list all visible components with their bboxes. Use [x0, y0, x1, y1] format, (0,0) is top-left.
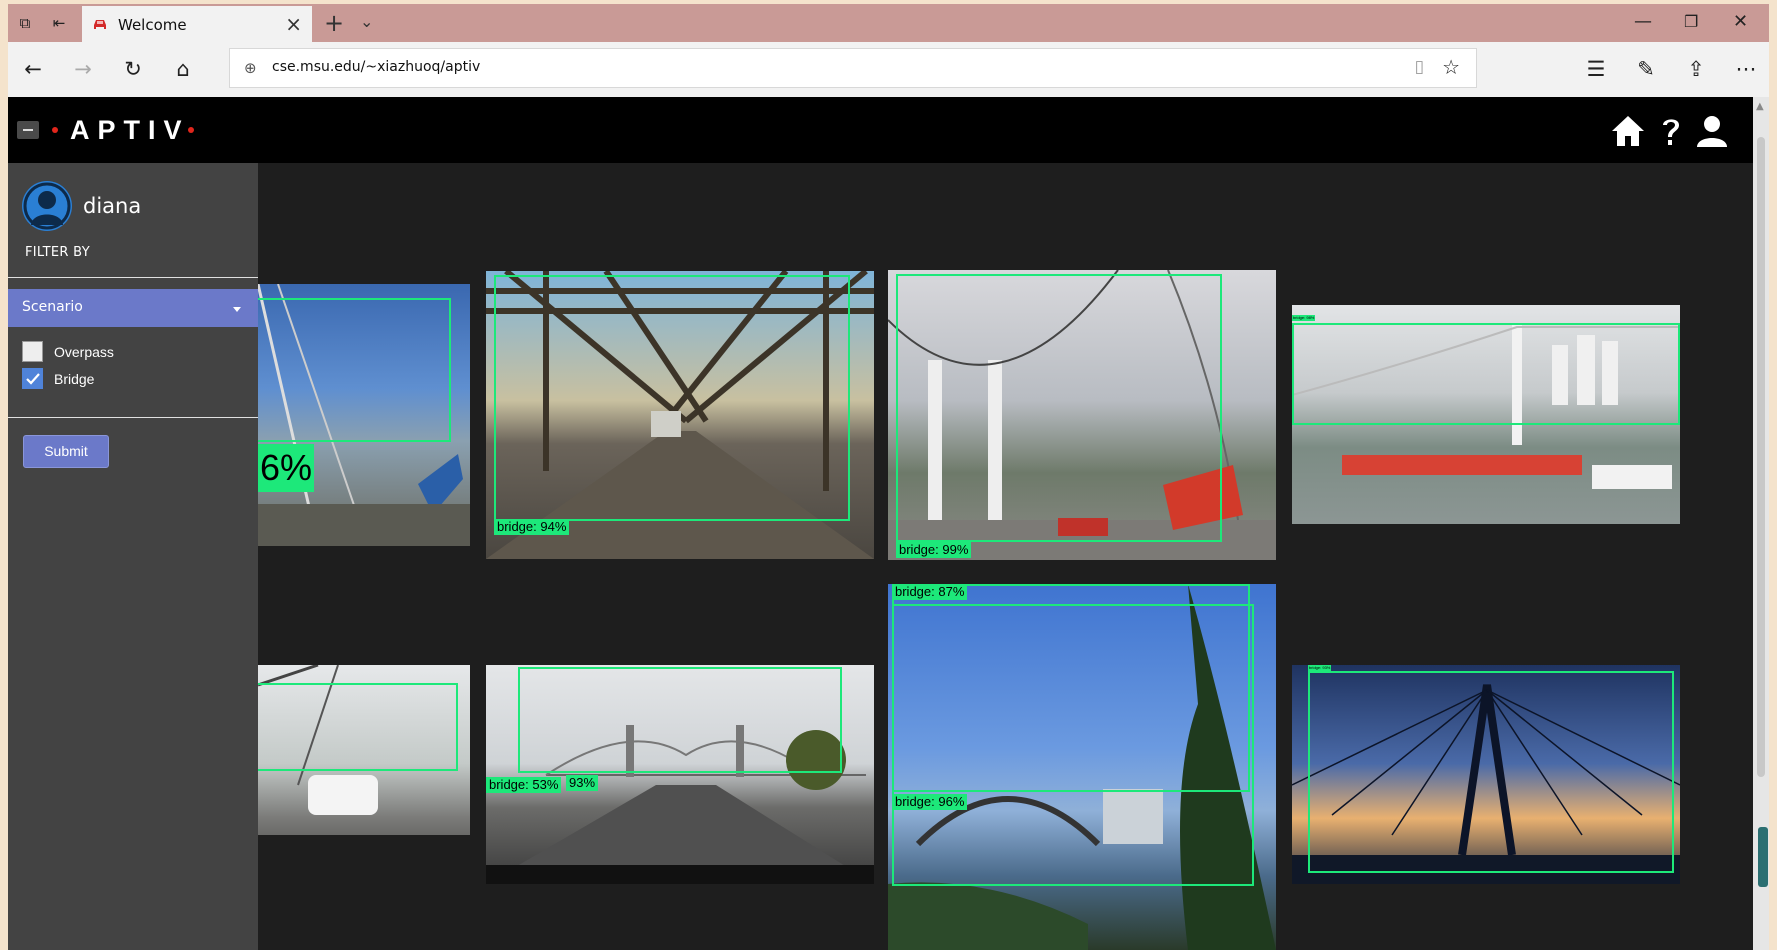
set-tabs-aside-icon[interactable]: ⇤	[50, 14, 68, 32]
logo-dot	[187, 127, 194, 133]
web-note-icon[interactable]: ✎	[1633, 56, 1659, 82]
refresh-icon[interactable]: ↻	[120, 56, 146, 82]
close-window-icon[interactable]: ✕	[1733, 10, 1748, 34]
option-label: Overpass	[54, 344, 114, 360]
detection-label: bridge: 87%	[892, 584, 968, 600]
new-tab-icon[interactable]: +	[324, 10, 344, 36]
chevron-down-icon[interactable]: ⌄	[360, 12, 373, 31]
title-bar: ⧉ ⇤ Welcome × + ⌄ — ❐ ✕	[8, 4, 1769, 42]
favorites-list-icon[interactable]: ☰	[1583, 56, 1609, 82]
detection-label: bridge: 94%	[494, 519, 570, 535]
scroll-up-icon[interactable]: ▲	[1756, 101, 1764, 112]
filter-by-label: FILTER BY	[25, 245, 90, 260]
detection-box	[258, 683, 458, 771]
restore-icon[interactable]: ❐	[1684, 10, 1698, 34]
detection-label: bridge: 53%	[486, 777, 562, 793]
scenario-dropdown[interactable]: Scenario	[8, 289, 258, 327]
detection-box	[494, 275, 850, 521]
detection-label: 6%	[258, 444, 315, 492]
username: diana	[83, 194, 142, 218]
submit-button[interactable]: Submit	[23, 435, 109, 468]
detection-label: bridge: 93%	[1308, 665, 1332, 671]
favorite-star-icon[interactable]: ☆	[1442, 55, 1460, 79]
scrollbar-thumb[interactable]	[1757, 137, 1765, 777]
tab-welcome[interactable]: Welcome ×	[82, 5, 312, 42]
share-icon[interactable]: ⇪	[1683, 56, 1709, 82]
minimize-icon[interactable]: —	[1634, 10, 1652, 34]
nav-bar: ← → ↻ ⌂ ⊕ cse.msu.edu/~xiazhuoq/aptiv ▯ …	[8, 42, 1769, 97]
scenario-label: Scenario	[22, 299, 83, 315]
detection-label: 93%	[566, 775, 599, 791]
result-image[interactable]	[258, 665, 470, 884]
page-scrollbar[interactable]: ▲	[1753, 97, 1769, 950]
help-icon[interactable]	[1653, 113, 1689, 149]
menu-toggle-icon[interactable]	[17, 121, 39, 139]
address-bar[interactable]: ⊕ cse.msu.edu/~xiazhuoq/aptiv ▯ ☆	[229, 48, 1477, 88]
option-bridge[interactable]: Bridge	[22, 368, 222, 390]
back-icon[interactable]: ←	[20, 56, 46, 82]
tab-title: Welcome	[118, 16, 187, 34]
option-label: Bridge	[54, 371, 95, 387]
user-profile-icon[interactable]	[1694, 113, 1730, 149]
detection-label: bridge: 96%	[892, 794, 968, 810]
forward-icon[interactable]: →	[70, 56, 96, 82]
sidebar: diana FILTER BY Scenario Overpass Bridge…	[8, 163, 258, 950]
home-icon[interactable]	[1610, 113, 1646, 149]
detection-label: bridge: 98%	[1292, 315, 1316, 321]
result-image[interactable]: 6%	[258, 284, 470, 546]
reading-view-icon[interactable]: ▯	[1415, 57, 1424, 77]
result-image[interactable]: bridge: 94%	[486, 271, 874, 559]
overpass-checkbox[interactable]	[22, 341, 43, 362]
aptiv-logo: APTIV	[48, 115, 194, 145]
detection-box	[1308, 671, 1674, 873]
detection-label: bridge: 99%	[896, 542, 972, 558]
app-header: APTIV	[8, 97, 1753, 163]
globe-icon: ⊕	[244, 59, 257, 77]
option-overpass[interactable]: Overpass	[22, 341, 222, 363]
detection-box	[518, 667, 842, 773]
detection-box	[896, 274, 1222, 542]
user-avatar-icon	[23, 182, 71, 230]
home-icon[interactable]: ⌂	[170, 56, 196, 82]
detection-box	[892, 604, 1254, 886]
logo-text: APTIV	[70, 114, 190, 145]
logo-dot	[52, 127, 58, 133]
tab-actions-icon[interactable]: ⧉	[16, 14, 34, 32]
result-image[interactable]: bridge: 93%	[1292, 665, 1680, 884]
divider	[8, 277, 258, 278]
scroll-grab-handle[interactable]	[1758, 827, 1768, 887]
more-icon[interactable]: ⋯	[1733, 56, 1759, 82]
result-image[interactable]: bridge: 98%	[1292, 305, 1680, 524]
close-tab-icon[interactable]: ×	[285, 13, 302, 35]
detection-box	[258, 298, 451, 442]
avatar	[22, 181, 72, 231]
caret-down-icon	[233, 307, 241, 312]
car-favicon-icon	[94, 20, 106, 29]
url-text: cse.msu.edu/~xiazhuoq/aptiv	[272, 59, 481, 75]
browser-window: ⧉ ⇤ Welcome × + ⌄ — ❐ ✕ ← → ↻ ⌂ ⊕ cse.ms…	[8, 4, 1769, 950]
result-image[interactable]: bridge: 53% 93%	[486, 665, 874, 884]
result-image[interactable]: bridge: 87% bridge: 96%	[888, 584, 1276, 950]
result-image[interactable]: bridge: 99%	[888, 270, 1276, 560]
bridge-checkbox[interactable]	[22, 368, 43, 389]
detection-box	[1292, 323, 1680, 425]
divider	[8, 417, 258, 418]
